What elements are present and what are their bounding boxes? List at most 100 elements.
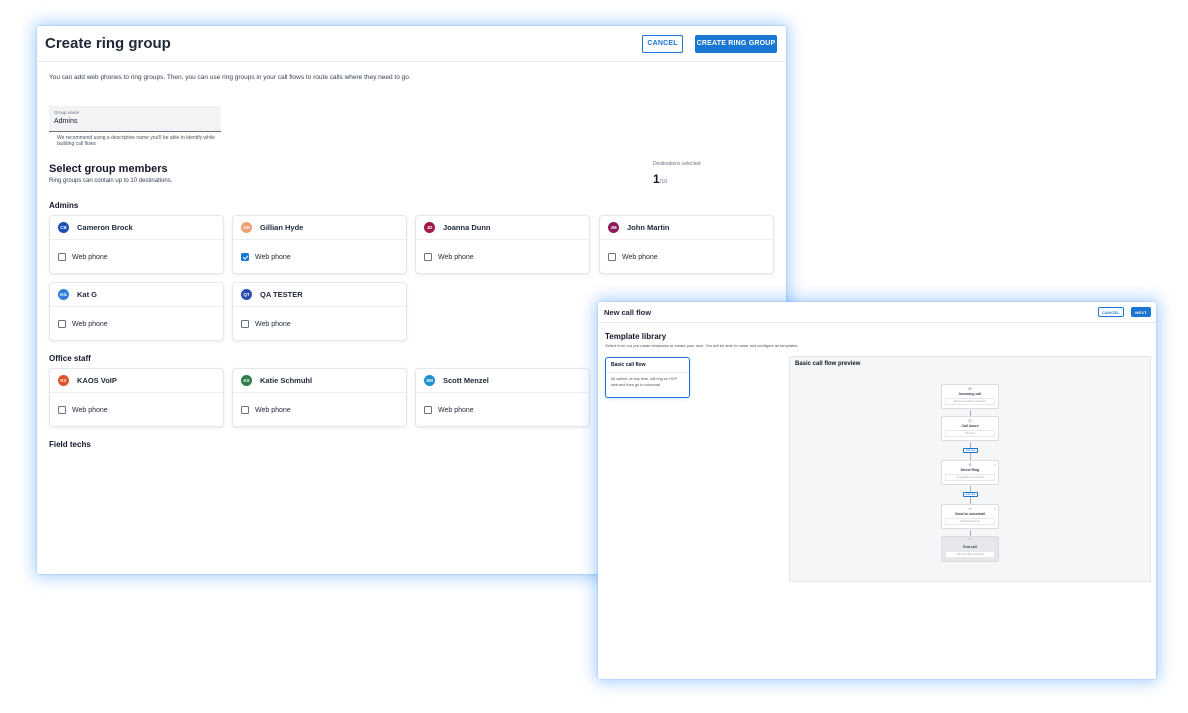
member-header: KV KAOS VoIP [50, 369, 223, 393]
group-name-label: Group name [54, 110, 80, 115]
cancel-button[interactable]: CANCEL [1098, 307, 1124, 317]
web-phone-label: Web phone [72, 320, 108, 328]
member-card: KV KAOS VoIP Web phone [49, 368, 224, 427]
page-title: New call flow [604, 307, 652, 317]
member-header: GH Gillian Hyde [233, 216, 406, 240]
close-icon[interactable]: × [994, 462, 996, 467]
member-name: John Martin [627, 223, 670, 232]
header-actions: CANCEL NEXT [1098, 307, 1151, 317]
group-heading-admins: Admins [49, 201, 79, 210]
flow-node-voicemail: × ∞ Send to voicemail Default voicemail [941, 504, 999, 529]
web-phone-option[interactable]: Web phone [600, 240, 773, 274]
member-name: Gillian Hyde [260, 223, 304, 232]
flow-node-direct-ring: × ⚲ Direct Ring All available web phones [941, 460, 999, 485]
web-phone-option[interactable]: Web phone [233, 393, 406, 427]
avatar: CB [58, 222, 69, 233]
member-card: KS Katie Schmuhl Web phone [232, 368, 407, 427]
create-ring-group-button[interactable]: CREATE RING GROUP [695, 34, 777, 53]
phone-icon: ☏ [967, 386, 973, 391]
web-phone-option[interactable]: Web phone [233, 240, 406, 274]
node-box: Default voicemail [945, 518, 995, 525]
destinations-counter: 1/10 [653, 172, 667, 186]
page-title: Create ring group [45, 35, 171, 52]
group-name-value[interactable]: Admins [54, 118, 216, 125]
web-phone-checkbox[interactable] [58, 406, 66, 414]
member-card: CB Cameron Brock Web phone [49, 215, 224, 274]
member-header: JM John Martin [600, 216, 773, 240]
avatar: KV [58, 375, 69, 386]
member-name: Joanna Dunn [443, 223, 491, 232]
node-box: 24 hours [945, 430, 995, 437]
flow-node-incoming-call: ☏ Incoming call Business numbers assigne… [941, 384, 999, 409]
web-phone-option[interactable]: Web phone [50, 393, 223, 427]
avatar: SM [424, 375, 435, 386]
web-phone-checkbox[interactable] [608, 253, 616, 261]
member-card: SM Scott Menzel Web phone [415, 368, 590, 427]
member-card: GH Gillian Hyde Web phone [232, 215, 407, 274]
end-icon: ⌒ [968, 538, 972, 543]
node-title: Direct Ring [960, 468, 980, 472]
web-phone-checkbox[interactable] [241, 320, 249, 328]
member-header: QT QA TESTER [233, 283, 406, 307]
voicemail-icon: ∞ [968, 506, 972, 511]
header-actions: CANCEL CREATE RING GROUP [642, 34, 777, 53]
intro-text: You can add web phones to ring groups. T… [49, 74, 411, 81]
avatar: JM [608, 222, 619, 233]
destinations-count: 1 [653, 172, 660, 186]
clock-icon: ◷ [968, 418, 972, 423]
member-card: QT QA TESTER Web phone [232, 282, 407, 341]
web-phone-checkbox[interactable] [424, 406, 432, 414]
avatar: GH [241, 222, 252, 233]
group-name-field[interactable]: Group name Admins [49, 106, 221, 132]
new-call-flow-window: New call flow CANCEL NEXT Template libra… [598, 302, 1156, 679]
web-phone-label: Web phone [622, 253, 658, 261]
template-name: Basic call flow [606, 358, 689, 373]
web-phone-option[interactable]: Web phone [233, 307, 406, 341]
web-phone-label: Web phone [255, 320, 291, 328]
member-card: KG Kat G Web phone [49, 282, 224, 341]
web-phone-checkbox[interactable] [58, 320, 66, 328]
node-title: Call hours [961, 424, 979, 428]
web-phone-label: Web phone [72, 253, 108, 261]
call-flow-preview: Basic call flow preview ☏ Incoming call … [789, 356, 1151, 582]
member-header: KG Kat G [50, 283, 223, 307]
member-name: Cameron Brock [77, 223, 133, 232]
cancel-button[interactable]: CANCEL [642, 34, 683, 53]
add-step-button[interactable]: add step [963, 448, 978, 453]
member-name: KAOS VoIP [77, 376, 117, 385]
window-header: New call flow CANCEL NEXT [598, 302, 1156, 323]
web-phone-label: Web phone [438, 406, 474, 414]
destinations-label: Destinations selected [653, 161, 701, 167]
member-name: Kat G [77, 290, 98, 299]
add-step-button[interactable]: add step [963, 492, 978, 497]
web-phone-label: Web phone [438, 253, 474, 261]
group-heading-office-staff: Office staff [49, 354, 91, 363]
avatar: KS [241, 375, 252, 386]
next-button[interactable]: NEXT [1131, 307, 1151, 317]
members-title: Select group members [49, 163, 168, 175]
member-header: JD Joanna Dunn [416, 216, 589, 240]
node-box: Call ends after voicemail [945, 551, 995, 558]
group-heading-field-techs: Field techs [49, 440, 91, 449]
members-subtitle: Ring groups can contain up to 10 destina… [49, 178, 173, 184]
node-box: Business numbers assigned [945, 398, 995, 405]
ring-icon: ⚲ [968, 462, 972, 467]
template-library-title: Template library [605, 332, 667, 341]
web-phone-option[interactable]: Web phone [50, 240, 223, 274]
close-icon[interactable]: × [994, 506, 996, 511]
web-phone-option[interactable]: Web phone [416, 240, 589, 274]
template-card-basic[interactable]: Basic call flow All callers, at any time… [605, 357, 690, 398]
web-phone-checkbox[interactable] [424, 253, 432, 261]
flow-node-end-call: ⌒ End call Call ends after voicemail [941, 536, 999, 562]
web-phone-option[interactable]: Web phone [416, 393, 589, 427]
web-phone-checkbox[interactable] [241, 406, 249, 414]
web-phone-checkbox-checked[interactable] [241, 253, 249, 261]
member-name: Scott Menzel [443, 376, 489, 385]
web-phone-checkbox[interactable] [58, 253, 66, 261]
avatar: QT [241, 289, 252, 300]
preview-title: Basic call flow preview [795, 361, 861, 367]
avatar: KG [58, 289, 69, 300]
avatar: JD [424, 222, 435, 233]
web-phone-option[interactable]: Web phone [50, 307, 223, 341]
member-name: Katie Schmuhl [260, 376, 313, 385]
